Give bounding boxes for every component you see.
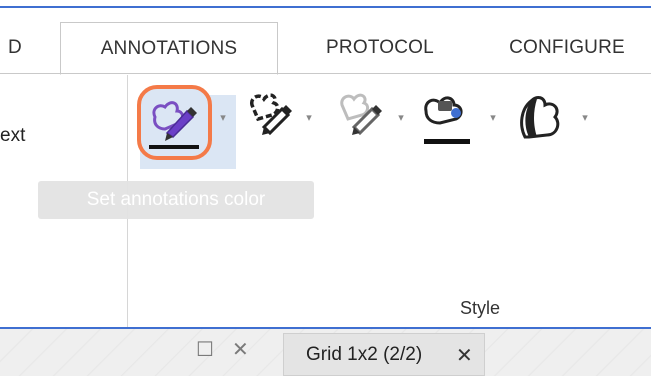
line-style-button[interactable]	[244, 87, 292, 153]
tab-bar-divider	[0, 73, 651, 74]
opacity-button[interactable]	[515, 87, 561, 153]
style-group-label: Style	[459, 298, 501, 318]
grid-tab-label: Grid 1x2 (2/2)	[306, 344, 423, 365]
tooltip: Set annotations color	[38, 181, 314, 219]
chevron-down-icon[interactable]: ▾	[394, 111, 408, 124]
line-fade-icon	[340, 93, 382, 136]
chevron-down-icon[interactable]: ▾	[302, 111, 316, 124]
ribbon-tab-bar: D ANNOTATIONS PROTOCOL CONFIGURE	[0, 0, 651, 75]
opacity-icon	[520, 96, 560, 139]
chevron-down-icon[interactable]: ▾	[578, 111, 592, 124]
annotations-color-button[interactable]	[137, 85, 212, 160]
close-icon[interactable]: ✕	[232, 337, 249, 362]
tab-bar-accent-line	[0, 6, 651, 8]
tab-area-accent-line	[0, 327, 651, 329]
restore-icon[interactable]: ☐	[196, 337, 214, 362]
tab-protocol[interactable]: PROTOCOL	[300, 22, 460, 74]
tab-partial-d[interactable]: D	[0, 22, 38, 74]
line-style-icon	[250, 93, 292, 136]
tab-configure[interactable]: CONFIGURE	[482, 22, 651, 74]
fill-color-icon	[424, 96, 470, 144]
line-fade-button[interactable]	[334, 87, 382, 153]
text-tool-label[interactable]: ext	[0, 125, 25, 147]
ribbon-panel: ext ▾ ▾ ▾ ▾ ▾ Set annotations color Styl…	[0, 75, 651, 327]
close-icon[interactable]: ✕	[456, 343, 473, 368]
tab-grid-1x2[interactable]: Grid 1x2 (2/2) ✕	[283, 333, 485, 376]
annotations-color-icon	[149, 101, 199, 149]
tab-annotations[interactable]: ANNOTATIONS	[60, 22, 278, 75]
fill-color-button[interactable]	[420, 87, 470, 153]
chevron-down-icon[interactable]: ▾	[486, 111, 500, 124]
chevron-down-icon[interactable]: ▾	[216, 111, 230, 124]
viewport-tab-area: ☐ ✕ Grid 1x2 (2/2) ✕	[0, 327, 651, 376]
